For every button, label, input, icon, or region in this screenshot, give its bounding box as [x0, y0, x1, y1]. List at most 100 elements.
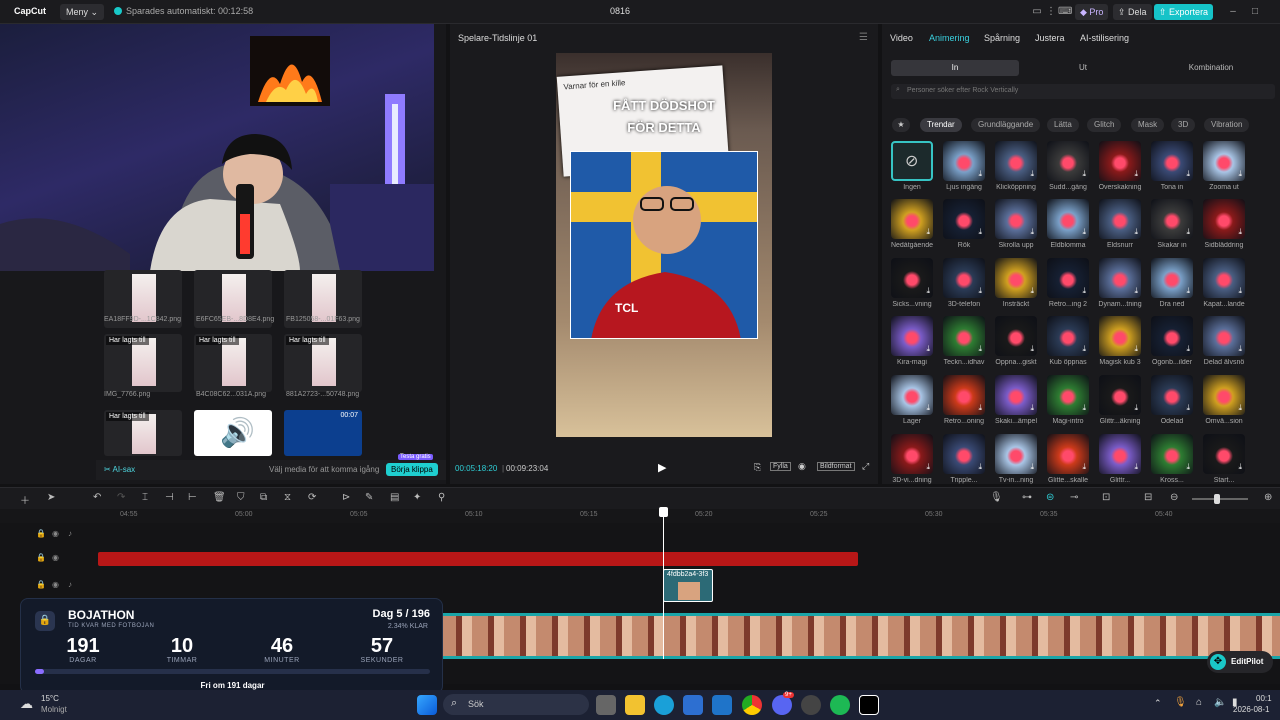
- delete-icon[interactable]: 🗑: [213, 492, 226, 503]
- download-icon[interactable]: ⤓: [978, 344, 982, 354]
- effect-tile[interactable]: ⤓: [891, 434, 933, 474]
- select-tool-icon[interactable]: ➤: [47, 492, 55, 503]
- tab-adjust[interactable]: Justera: [1035, 33, 1065, 43]
- discord-icon[interactable]: [772, 695, 792, 715]
- mail-icon[interactable]: [712, 695, 732, 715]
- effect-tile[interactable]: ⤓: [1099, 434, 1141, 474]
- download-icon[interactable]: ⤓: [1030, 227, 1034, 237]
- effect-tile[interactable]: ⤓: [1203, 258, 1245, 298]
- redo-icon[interactable]: ↷: [117, 492, 125, 503]
- download-icon[interactable]: ⤓: [926, 344, 930, 354]
- share-button[interactable]: ⇪ Dela: [1113, 4, 1152, 20]
- download-icon[interactable]: ⤓: [1030, 403, 1034, 413]
- effect-tile[interactable]: ⤓: [995, 434, 1037, 474]
- tab-ai-style[interactable]: AI-stilisering: [1080, 33, 1129, 43]
- effect-tile[interactable]: ⤓: [943, 434, 985, 474]
- audio-icon[interactable]: ♪: [68, 529, 72, 538]
- effect-tile[interactable]: ⤓: [995, 375, 1037, 415]
- freeze-icon[interactable]: ⊳: [342, 492, 350, 503]
- obs-icon[interactable]: [801, 695, 821, 715]
- effect-tile[interactable]: ⤓: [1099, 375, 1141, 415]
- effect-tile[interactable]: ⤓: [1099, 141, 1141, 181]
- download-icon[interactable]: ⤓: [978, 286, 982, 296]
- effect-tile[interactable]: ⤓: [891, 199, 933, 239]
- caption-icon[interactable]: ⊟: [1144, 492, 1152, 503]
- timeline-ruler[interactable]: 04:55 05:00 05:05 05:10 05:15 05:20 05:25 05:30…: [0, 509, 1280, 523]
- download-icon[interactable]: ⤓: [926, 227, 930, 237]
- link-icon[interactable]: ⊶: [1022, 492, 1032, 503]
- download-icon[interactable]: ⤓: [1082, 403, 1086, 413]
- effect-tile[interactable]: ⤓: [943, 258, 985, 298]
- audio-icon[interactable]: ♪: [68, 580, 72, 589]
- magnet-icon[interactable]: ⊜: [1046, 492, 1054, 503]
- chrome-icon[interactable]: [742, 695, 762, 715]
- download-icon[interactable]: ⤓: [1134, 403, 1138, 413]
- effect-tile[interactable]: ⤓: [1203, 375, 1245, 415]
- chip-trending[interactable]: Trendar: [920, 118, 962, 132]
- download-icon[interactable]: ⤓: [978, 462, 982, 472]
- download-icon[interactable]: ⤓: [1030, 462, 1034, 472]
- download-icon[interactable]: ⤓: [1134, 344, 1138, 354]
- download-icon[interactable]: ⤓: [1238, 403, 1242, 413]
- tray-chevron-icon[interactable]: ⌃: [1154, 698, 1162, 709]
- file-explorer-icon[interactable]: [625, 695, 645, 715]
- preview-icon[interactable]: ⊡: [1102, 492, 1110, 503]
- fullscreen-icon[interactable]: ⤢: [862, 461, 869, 472]
- snapshot-icon[interactable]: ◉: [798, 461, 806, 472]
- download-icon[interactable]: ⤓: [1134, 286, 1138, 296]
- windows-start-icon[interactable]: [417, 695, 437, 715]
- shortcut-icon[interactable]: ⌨: [1058, 5, 1072, 19]
- effect-tile[interactable]: ⤓: [1151, 375, 1193, 415]
- task-view-icon[interactable]: [596, 695, 616, 715]
- mic-icon[interactable]: 🎙: [990, 492, 1003, 503]
- media-thumb[interactable]: Har lagts till: [194, 334, 272, 392]
- effect-tile[interactable]: ⤓: [1151, 434, 1193, 474]
- effect-tile[interactable]: ⤓: [1151, 316, 1193, 356]
- text-icon[interactable]: ▤: [390, 492, 399, 503]
- download-icon[interactable]: ⤓: [1082, 227, 1086, 237]
- export-button[interactable]: ⇧ Exportera: [1154, 4, 1214, 20]
- effect-tile[interactable]: ⤓: [995, 258, 1037, 298]
- playhead-handle[interactable]: [659, 507, 668, 517]
- effect-tile[interactable]: ⤓: [1151, 258, 1193, 298]
- chip-easy[interactable]: Lätta: [1047, 118, 1079, 132]
- download-icon[interactable]: ⤓: [1238, 286, 1242, 296]
- mic-tray-icon[interactable]: 🎙: [1174, 697, 1187, 708]
- tab-video[interactable]: Video: [890, 33, 913, 43]
- effect-tile[interactable]: ⤓: [943, 316, 985, 356]
- lock-icon[interactable]: 🔒: [36, 553, 46, 562]
- weather-icon[interactable]: ☁: [20, 696, 33, 712]
- effect-tile[interactable]: ⤓: [1047, 316, 1089, 356]
- zoom-slider[interactable]: [1192, 498, 1248, 500]
- pen-icon[interactable]: ✎: [365, 492, 373, 503]
- effect-tile[interactable]: ⤓: [1047, 141, 1089, 181]
- download-icon[interactable]: ⤓: [1186, 403, 1190, 413]
- download-icon[interactable]: ⤓: [1134, 169, 1138, 179]
- subtab-in[interactable]: In: [891, 60, 1019, 76]
- effect-tile[interactable]: ⤓: [943, 199, 985, 239]
- download-icon[interactable]: ⤓: [1238, 462, 1242, 472]
- playhead[interactable]: [663, 509, 664, 659]
- effect-tile[interactable]: ⤓: [1203, 316, 1245, 356]
- media-thumb[interactable]: Har lagts till: [104, 410, 182, 456]
- split-icon[interactable]: ⌶: [142, 492, 148, 503]
- taskbar-search[interactable]: ⌕ Sök: [443, 694, 589, 715]
- zoom-in-icon[interactable]: ⊕: [1264, 492, 1272, 503]
- main-video-clip[interactable]: [440, 613, 1280, 659]
- effect-tile[interactable]: ⤓: [1099, 199, 1141, 239]
- download-icon[interactable]: ⤓: [1238, 344, 1242, 354]
- eye-icon[interactable]: ◉: [52, 529, 59, 538]
- download-icon[interactable]: ⤓: [1082, 344, 1086, 354]
- subtab-combination[interactable]: Kombination: [1147, 60, 1275, 76]
- pro-button[interactable]: ◆ Pro: [1075, 4, 1109, 20]
- editpilot-button[interactable]: ✥ EditPilot: [1207, 651, 1273, 673]
- chip-mask[interactable]: Mask: [1131, 118, 1165, 132]
- effect-tile[interactable]: ⤓: [1203, 199, 1245, 239]
- download-icon[interactable]: ⤓: [1238, 227, 1242, 237]
- download-icon[interactable]: ⤓: [978, 403, 982, 413]
- network-icon[interactable]: ⌂: [1196, 697, 1202, 708]
- effect-tile[interactable]: ⤓: [1099, 258, 1141, 298]
- chain-icon[interactable]: ⊸: [1070, 492, 1078, 503]
- download-icon[interactable]: ⤓: [1186, 344, 1190, 354]
- tab-animation[interactable]: Animering: [929, 33, 970, 43]
